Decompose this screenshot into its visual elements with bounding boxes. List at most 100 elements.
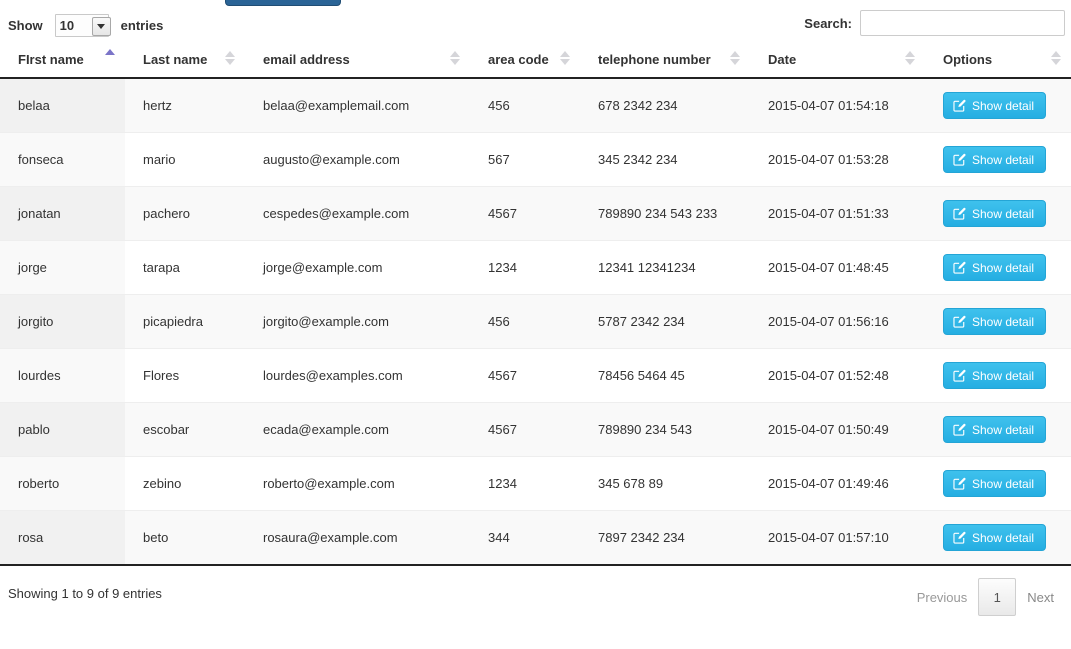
cell-date: 2015-04-07 01:51:33 <box>750 187 925 241</box>
cell-options: Show detail <box>925 511 1071 565</box>
column-header-label: Options <box>943 52 992 67</box>
cell-date: 2015-04-07 01:53:28 <box>750 133 925 187</box>
cell-options: Show detail <box>925 403 1071 457</box>
column-header-label: telephone number <box>598 52 711 67</box>
cell-first-name: roberto <box>0 457 125 511</box>
cell-area-code: 1234 <box>470 241 580 295</box>
cell-options: Show detail <box>925 133 1071 187</box>
cell-options: Show detail <box>925 187 1071 241</box>
show-detail-button[interactable]: Show detail <box>943 362 1046 389</box>
cell-options: Show detail <box>925 295 1071 349</box>
cell-area-code: 1234 <box>470 457 580 511</box>
show-detail-button[interactable]: Show detail <box>943 200 1046 227</box>
cell-email-address: ecada@example.com <box>245 403 470 457</box>
cell-date: 2015-04-07 01:57:10 <box>750 511 925 565</box>
cell-email-address: augusto@example.com <box>245 133 470 187</box>
cell-email-address: jorgito@example.com <box>245 295 470 349</box>
page-length-select[interactable]: 10 <box>55 14 109 37</box>
sort-both-icon <box>905 51 915 65</box>
cell-first-name: jonatan <box>0 187 125 241</box>
cell-last-name: picapiedra <box>125 295 245 349</box>
pencil-square-icon <box>953 315 966 328</box>
cell-area-code: 4567 <box>470 349 580 403</box>
page-length-control: Show 10 entries <box>8 14 163 37</box>
table-row: pabloescobarecada@example.com4567789890 … <box>0 403 1071 457</box>
sort-both-icon <box>225 51 235 65</box>
show-detail-button[interactable]: Show detail <box>943 524 1046 551</box>
show-detail-button[interactable]: Show detail <box>943 416 1046 443</box>
cell-last-name: hertz <box>125 78 245 133</box>
show-detail-button[interactable]: Show detail <box>943 470 1046 497</box>
cell-email-address: rosaura@example.com <box>245 511 470 565</box>
table-row: lourdesFloreslourdes@examples.com4567784… <box>0 349 1071 403</box>
table-row: fonsecamarioaugusto@example.com567345 23… <box>0 133 1071 187</box>
column-header-area-code[interactable]: area code <box>470 44 580 78</box>
search-input[interactable] <box>860 10 1065 36</box>
search-label: Search: <box>804 16 852 31</box>
table-row: jonatanpacherocespedes@example.com456778… <box>0 187 1071 241</box>
column-header-first-name[interactable]: FIrst name <box>0 44 125 78</box>
column-header-last-name[interactable]: Last name <box>125 44 245 78</box>
cell-email-address: jorge@example.com <box>245 241 470 295</box>
table-row: jorgitopicapiedrajorgito@example.com4565… <box>0 295 1071 349</box>
column-header-label: area code <box>488 52 549 67</box>
show-detail-label: Show detail <box>972 262 1034 274</box>
table-row: belaahertzbelaa@examplemail.com456678 23… <box>0 78 1071 133</box>
cell-area-code: 567 <box>470 133 580 187</box>
show-detail-button[interactable]: Show detail <box>943 92 1046 119</box>
pencil-square-icon <box>953 477 966 490</box>
cell-date: 2015-04-07 01:54:18 <box>750 78 925 133</box>
show-detail-label: Show detail <box>972 208 1034 220</box>
column-header-email-address[interactable]: email address <box>245 44 470 78</box>
table-row: robertozebinoroberto@example.com1234345 … <box>0 457 1071 511</box>
pagination-previous[interactable]: Previous <box>906 578 979 616</box>
cell-telephone-number: 678 2342 234 <box>580 78 750 133</box>
pencil-square-icon <box>953 261 966 274</box>
sort-both-icon <box>450 51 460 65</box>
cell-last-name: zebino <box>125 457 245 511</box>
column-header-telephone-number[interactable]: telephone number <box>580 44 750 78</box>
pencil-square-icon <box>953 369 966 382</box>
column-header-label: Date <box>768 52 796 67</box>
cell-date: 2015-04-07 01:50:49 <box>750 403 925 457</box>
table-header-row: FIrst name Last name email address area … <box>0 44 1071 78</box>
cell-last-name: escobar <box>125 403 245 457</box>
table-info: Showing 1 to 9 of 9 entries <box>8 586 162 601</box>
show-detail-label: Show detail <box>972 154 1034 166</box>
cell-area-code: 456 <box>470 78 580 133</box>
column-header-date[interactable]: Date <box>750 44 925 78</box>
cell-first-name: rosa <box>0 511 125 565</box>
column-header-label: Last name <box>143 52 207 67</box>
pagination-page-1[interactable]: 1 <box>978 578 1016 616</box>
cell-first-name: fonseca <box>0 133 125 187</box>
cell-date: 2015-04-07 01:48:45 <box>750 241 925 295</box>
show-detail-label: Show detail <box>972 532 1034 544</box>
cell-last-name: pachero <box>125 187 245 241</box>
cell-area-code: 456 <box>470 295 580 349</box>
column-header-options[interactable]: Options <box>925 44 1071 78</box>
sort-both-icon <box>730 51 740 65</box>
cell-options: Show detail <box>925 78 1071 133</box>
datatable-container: Show 10 entries Search: FIrst name <box>0 0 1071 649</box>
page-length-select-wrapper[interactable]: 10 <box>49 14 115 37</box>
cell-date: 2015-04-07 01:52:48 <box>750 349 925 403</box>
show-detail-button[interactable]: Show detail <box>943 308 1046 335</box>
table-row: jorgetarapajorge@example.com123412341 12… <box>0 241 1071 295</box>
cell-area-code: 4567 <box>470 403 580 457</box>
sort-asc-icon <box>105 49 115 63</box>
cell-area-code: 344 <box>470 511 580 565</box>
cell-last-name: tarapa <box>125 241 245 295</box>
cell-email-address: roberto@example.com <box>245 457 470 511</box>
pencil-square-icon <box>953 531 966 544</box>
pagination-next[interactable]: Next <box>1016 578 1065 616</box>
show-detail-button[interactable]: Show detail <box>943 146 1046 173</box>
column-header-label: FIrst name <box>18 52 84 67</box>
pencil-square-icon <box>953 99 966 112</box>
column-header-label: email address <box>263 52 350 67</box>
cell-options: Show detail <box>925 241 1071 295</box>
show-detail-button[interactable]: Show detail <box>943 254 1046 281</box>
sort-both-icon <box>560 51 570 65</box>
cell-email-address: lourdes@examples.com <box>245 349 470 403</box>
cell-telephone-number: 5787 2342 234 <box>580 295 750 349</box>
cell-telephone-number: 789890 234 543 <box>580 403 750 457</box>
